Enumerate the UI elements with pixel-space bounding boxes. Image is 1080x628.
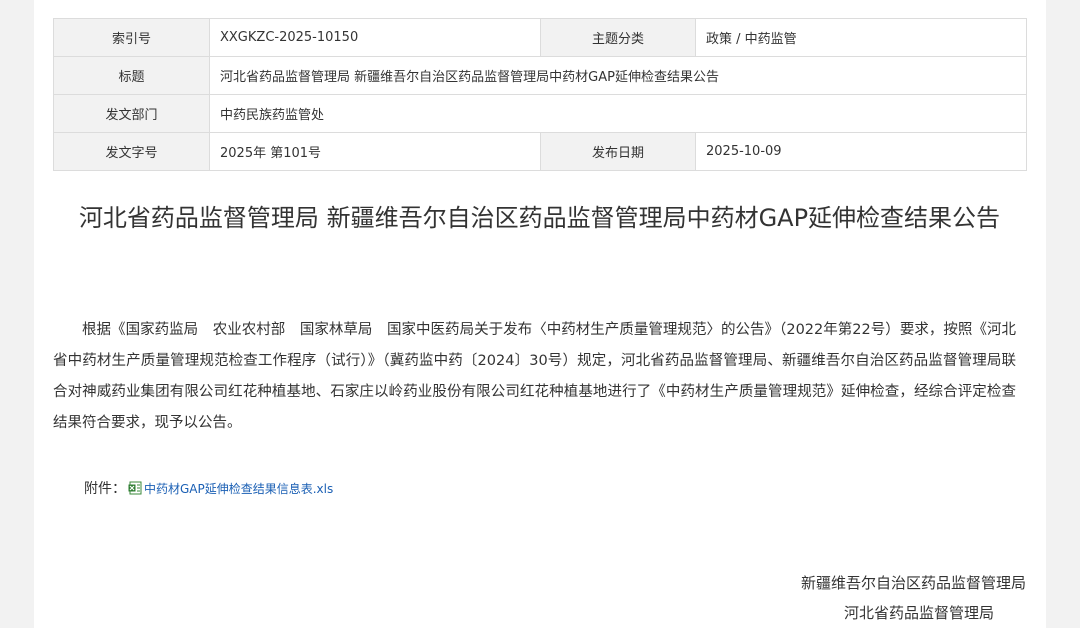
attachment-label: 附件： (84, 481, 126, 497)
category-value: 政策 / 中药监管 (695, 18, 1027, 57)
dept-value: 中药民族药监管处 (209, 94, 1027, 133)
dept-label: 发文部门 (53, 94, 210, 133)
metadata-table: 索引号 XXGKZC-2025-10150 主题分类 政策 / 中药监管 标题 … (53, 18, 1027, 171)
attachment-link[interactable]: 中药材GAP延伸检查结果信息表.xls (144, 480, 333, 497)
date-label: 发布日期 (540, 132, 696, 171)
attachment-row: 附件： 中药材GAP延伸检查结果信息表.xls (84, 478, 333, 498)
article-body: 根据《国家药监局 农业农村部 国家林草局 国家中医药局关于发布〈中药材生产质量管… (53, 315, 1016, 439)
table-row: 索引号 XXGKZC-2025-10150 主题分类 政策 / 中药监管 (53, 18, 1027, 57)
table-row: 发文部门 中药民族药监管处 (53, 94, 1027, 133)
date-value: 2025-10-09 (695, 132, 1027, 171)
excel-file-icon (128, 481, 142, 495)
signature-block: 新疆维吾尔自治区药品监督管理局 河北省药品监督管理局 (801, 568, 1026, 628)
table-row: 标题 河北省药品监督管理局 新疆维吾尔自治区药品监督管理局中药材GAP延伸检查结… (53, 56, 1027, 95)
docno-value: 2025年 第101号 (209, 132, 541, 171)
category-label: 主题分类 (540, 18, 696, 57)
body-paragraph: 根据《国家药监局 农业农村部 国家林草局 国家中医药局关于发布〈中药材生产质量管… (53, 322, 1016, 431)
signer-hebei: 河北省药品监督管理局 (843, 604, 994, 622)
title-label: 标题 (53, 56, 210, 95)
page-title: 河北省药品监督管理局 新疆维吾尔自治区药品监督管理局中药材GAP延伸检查结果公告 (78, 204, 1001, 232)
index-value: XXGKZC-2025-10150 (209, 18, 541, 57)
docno-label: 发文字号 (53, 132, 210, 171)
index-label: 索引号 (53, 18, 210, 57)
signer-xinjiang: 新疆维吾尔自治区药品监督管理局 (800, 574, 1026, 592)
title-value: 河北省药品监督管理局 新疆维吾尔自治区药品监督管理局中药材GAP延伸检查结果公告 (209, 56, 1027, 95)
document-page: 索引号 XXGKZC-2025-10150 主题分类 政策 / 中药监管 标题 … (34, 0, 1046, 628)
table-row: 发文字号 2025年 第101号 发布日期 2025-10-09 (53, 132, 1027, 171)
